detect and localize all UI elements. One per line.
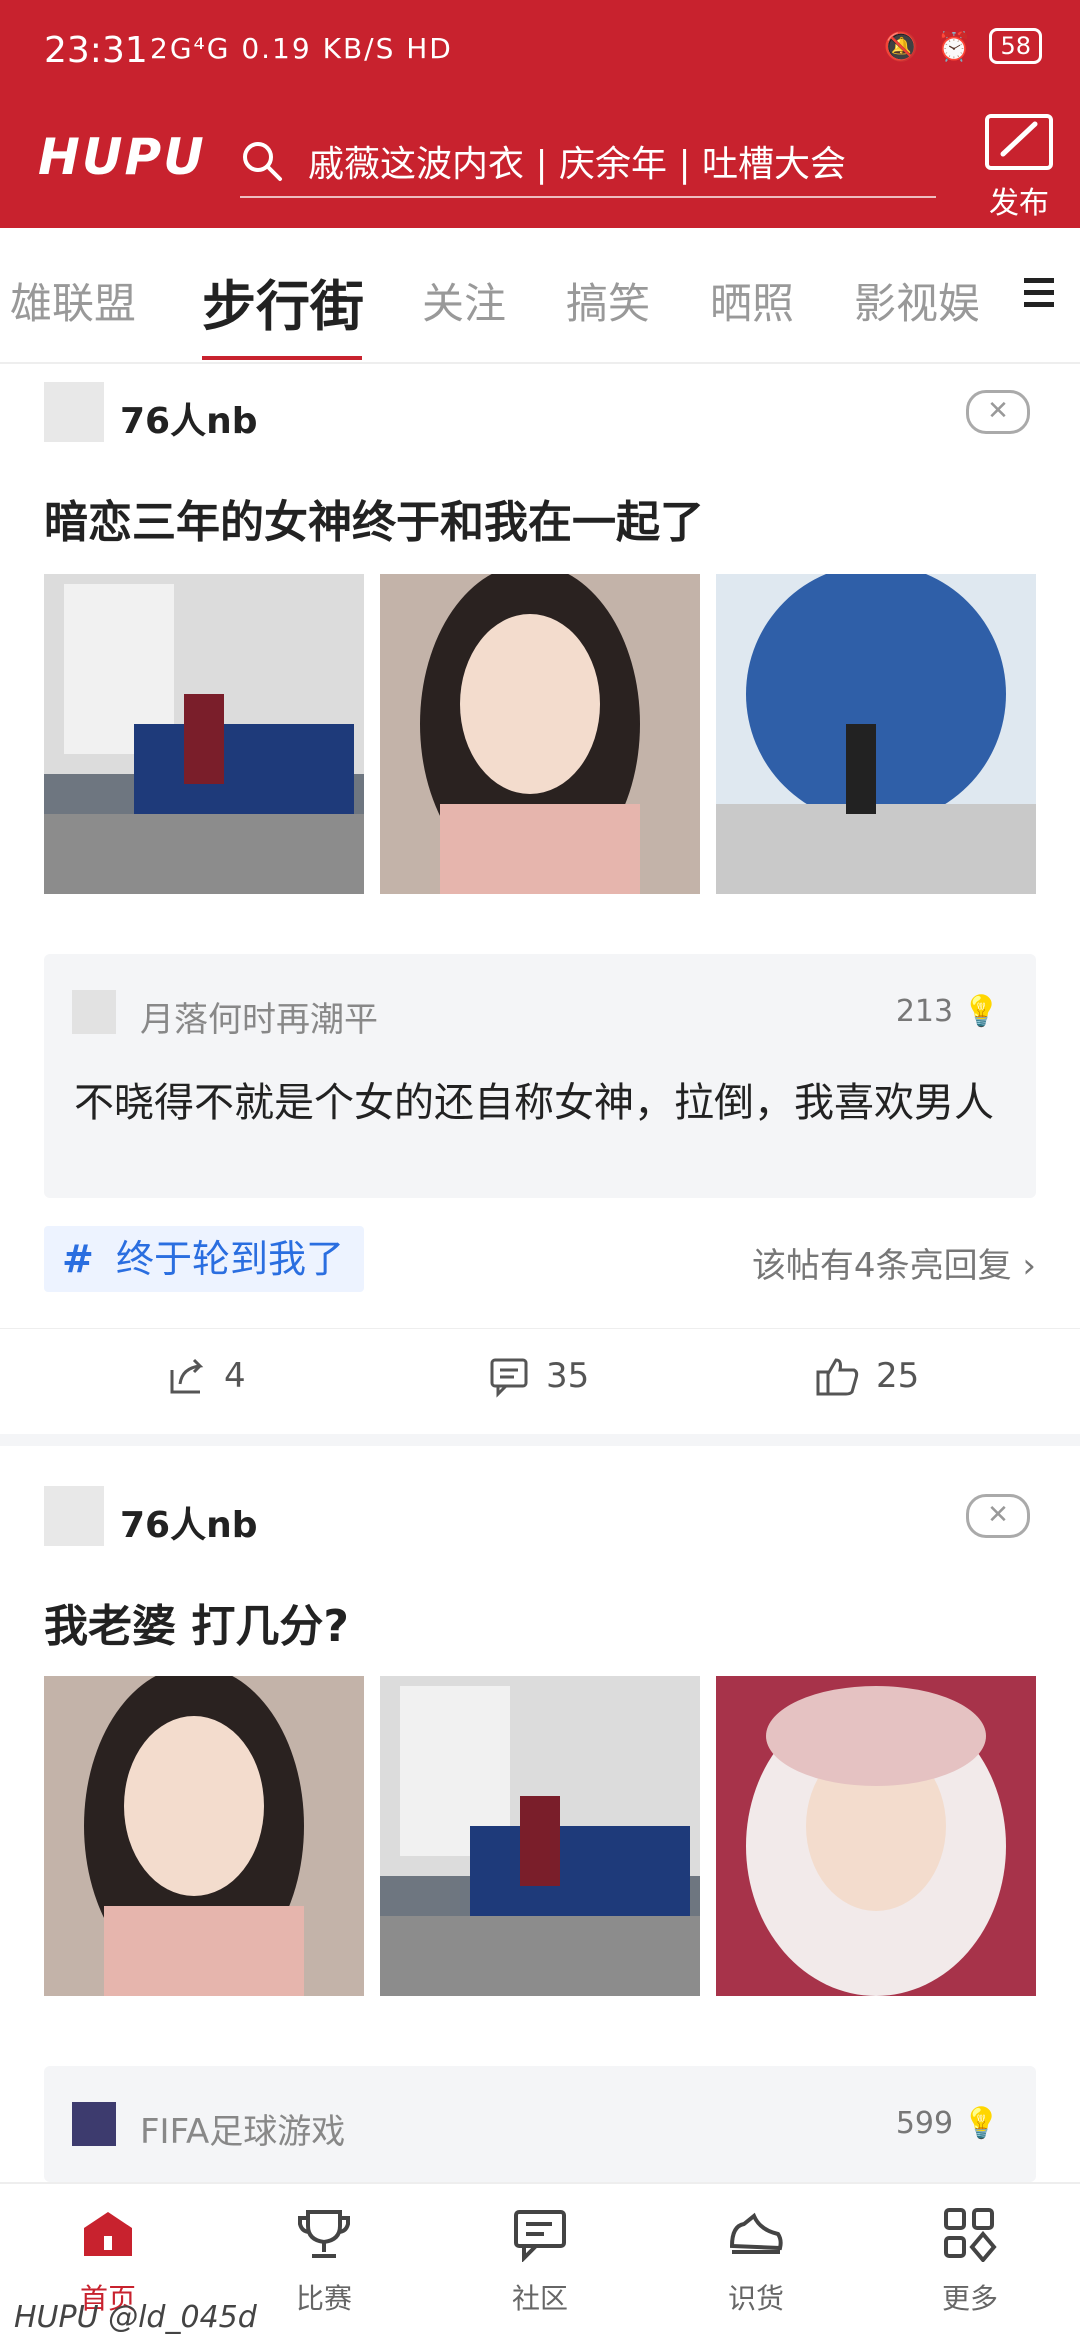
nav-more-label: 更多 — [941, 2282, 998, 2315]
menu-icon[interactable] — [1024, 278, 1054, 308]
lightbulb-icon: 💡 — [962, 994, 1000, 1029]
app-header: 23:31 2G⁴G 0.19 KB/S HD 🔕 ⏰ 58 HUPU 戚薇这波… — [0, 0, 1080, 228]
post-separator — [0, 1434, 1080, 1446]
bright-replies-link[interactable]: 该帖有4条亮回复 › — [752, 1238, 1036, 1287]
tab-item[interactable]: 晒照 — [710, 270, 794, 331]
home-icon — [84, 2212, 132, 2256]
tab-item[interactable]: 影视娱 — [854, 270, 978, 331]
post-image[interactable] — [716, 1676, 1036, 1996]
divider — [0, 1328, 1080, 1329]
upvote-button[interactable]: 25 — [814, 1354, 919, 1398]
post-title[interactable]: 我老婆 打几分? — [44, 1590, 349, 1654]
post-card[interactable]: 76人nb ✕ 我老婆 打几分? FIFA足球游戏 599 💡 — [0, 1446, 1080, 2182]
hashtag-icon: # — [62, 1237, 94, 1281]
status-right: 🔕 ⏰ 58 — [884, 28, 1042, 64]
nav-shop-label: 识货 — [727, 2282, 784, 2315]
comment-count: 35 — [546, 1356, 590, 1396]
sneaker-icon — [729, 2212, 783, 2254]
post-author[interactable]: 76人nb — [120, 392, 258, 444]
search-bar[interactable]: 戚薇这波内衣 | 庆余年 | 吐槽大会 — [240, 126, 936, 198]
active-tab-indicator — [202, 356, 362, 360]
chevron-right-icon: › — [1022, 1246, 1036, 1286]
comment-like-count: 213 — [895, 994, 954, 1029]
post-image[interactable] — [44, 574, 364, 894]
comment-icon — [490, 1358, 528, 1398]
comment-user[interactable]: 月落何时再潮平 — [140, 992, 378, 1041]
nav-shop[interactable]: 识货 — [696, 2206, 816, 2317]
alarm-icon: ⏰ — [936, 29, 972, 63]
post-title[interactable]: 暗恋三年的女神终于和我在一起了 — [44, 486, 704, 550]
post-image[interactable] — [716, 564, 1036, 894]
watermark: HUPU @ld_045d — [14, 2300, 257, 2335]
avatar[interactable] — [72, 990, 116, 1034]
upvote-count: 25 — [876, 1356, 920, 1396]
close-icon[interactable]: ✕ — [966, 1494, 1030, 1538]
share-icon — [170, 1358, 204, 1394]
tab-item[interactable]: 雄联盟 — [10, 270, 136, 331]
post-card[interactable]: 76人nb ✕ 暗恋三年的女神终于和我在一起了 月落何时再潮平 213 💡 不晓… — [0, 364, 1080, 1434]
post-image[interactable] — [380, 1676, 700, 1996]
nav-games-label: 比赛 — [295, 2282, 352, 2315]
comment-likes[interactable]: 213 💡 — [896, 994, 1000, 1029]
share-count: 4 — [224, 1356, 246, 1396]
edit-icon — [985, 114, 1053, 170]
hot-comment[interactable]: 月落何时再潮平 213 💡 不晓得不就是个女的还自称女神，拉倒，我喜欢男人 — [44, 954, 1036, 1198]
battery-level: 58 — [989, 28, 1042, 64]
share-button[interactable]: 4 — [166, 1354, 246, 1398]
publish-button[interactable]: 发布 — [984, 114, 1054, 222]
topic-label: 终于轮到我了 — [115, 1237, 344, 1281]
thumbs-up-icon — [816, 1358, 859, 1396]
grid-icon — [944, 2208, 997, 2264]
close-icon[interactable]: ✕ — [966, 390, 1030, 434]
network-indicator: 2G⁴G 0.19 KB/S HD — [150, 32, 453, 65]
post-image[interactable] — [380, 564, 700, 894]
post-author[interactable]: 76人nb — [120, 1496, 258, 1548]
mute-icon: 🔕 — [883, 29, 919, 63]
comment-like-count: 599 — [895, 2106, 954, 2141]
trophy-icon — [298, 2210, 350, 2258]
tab-item-active[interactable]: 步行街 — [202, 262, 364, 341]
nav-community[interactable]: 社区 — [480, 2206, 600, 2317]
comment-user[interactable]: FIFA足球游戏 — [140, 2104, 345, 2153]
hot-comment[interactable]: FIFA足球游戏 599 💡 — [44, 2066, 1036, 2182]
search-placeholder: 戚薇这波内衣 | 庆余年 | 吐槽大会 — [308, 144, 847, 185]
tab-item[interactable]: 搞笑 — [566, 270, 650, 331]
avatar[interactable] — [44, 1486, 104, 1546]
nav-games[interactable]: 比赛 — [264, 2206, 384, 2317]
bright-replies-label: 该帖有4条亮回复 — [751, 1246, 1012, 1286]
post-image[interactable] — [44, 1666, 364, 1996]
publish-label: 发布 — [989, 186, 1049, 221]
comment-likes[interactable]: 599 💡 — [896, 2106, 1000, 2141]
comment-button[interactable]: 35 — [488, 1354, 589, 1398]
category-tabs: 雄联盟 步行街 关注 搞笑 晒照 影视娱 — [0, 228, 1080, 364]
comment-text: 不晓得不就是个女的还自称女神，拉倒，我喜欢男人 — [74, 1080, 994, 1126]
lightbulb-icon: 💡 — [962, 2106, 1000, 2141]
status-bar: 23:31 2G⁴G 0.19 KB/S HD 🔕 ⏰ 58 — [0, 0, 1080, 100]
search-icon — [243, 142, 282, 181]
topic-tag[interactable]: # 终于轮到我了 — [44, 1226, 364, 1292]
nav-more[interactable]: 更多 — [910, 2206, 1030, 2317]
nav-community-label: 社区 — [511, 2282, 568, 2315]
tab-item[interactable]: 关注 — [422, 270, 506, 331]
avatar[interactable] — [72, 2102, 116, 2146]
app-logo[interactable]: HUPU — [38, 128, 206, 186]
avatar[interactable] — [44, 382, 104, 442]
status-time: 23:31 — [44, 30, 148, 71]
chat-icon — [514, 2210, 566, 2263]
